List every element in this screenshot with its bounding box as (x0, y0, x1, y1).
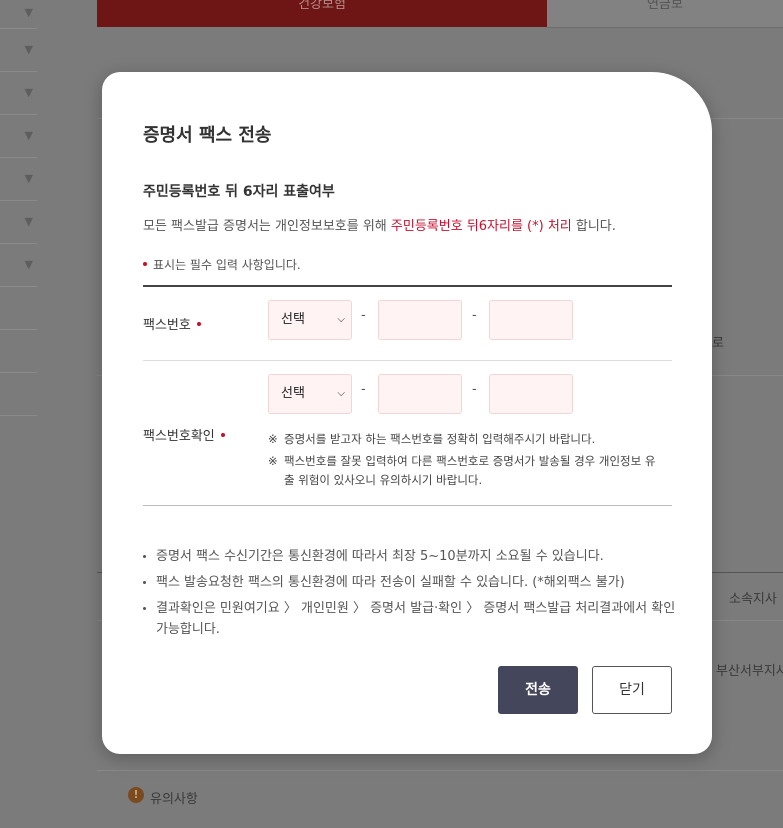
fax-middle-input[interactable] (378, 300, 462, 340)
required-note-text: 표시는 필수 입력 사항입니다. (153, 258, 301, 272)
section-title: 주민등록번호 뒤 6자리 표출여부 (143, 184, 335, 200)
bullet-icon (143, 581, 146, 584)
background-text: 로 (712, 336, 724, 351)
background-tab-active: 건강보험 (97, 0, 547, 27)
chevron-down-icon: ▼ (24, 43, 33, 56)
modal-title: 증명서 팩스 전송 (143, 125, 272, 146)
privacy-description: 모든 팩스발급 증명서는 개인정보보호를 위해 주민등록번호 뒤6자리를 (*)… (143, 215, 616, 234)
sidebar-row: ▼ (0, 244, 37, 287)
list-item: 결과확인은 민원여기요 〉 개인민원 〉 증명서 발급·확인 〉 증명서 팩스발… (143, 598, 676, 640)
fax-confirm-area-code-select[interactable]: 선택 ⌵ (268, 374, 352, 414)
list-item: 증명서 팩스 수신기간은 통신환경에 따라서 최장 5~10분까지 소요될 수 … (143, 546, 683, 567)
form-bottom-divider (143, 505, 672, 506)
row-divider (143, 360, 672, 361)
background-sidebar: ▼ ▼ ▼ ▼ ▼ ▼ ▼ (0, 0, 37, 620)
fax-note: ※ 팩스번호를 잘못 입력하여 다른 팩스번호로 증명서가 발송될 경우 개인정… (268, 452, 664, 490)
fax-last-input[interactable] (489, 300, 573, 340)
chevron-down-icon: ▼ (24, 172, 33, 185)
chevron-down-icon: ▼ (24, 6, 33, 19)
list-item-text: 팩스 발송요청한 팩스의 통신환경에 따라 전송이 실패할 수 있습니다. (*… (156, 575, 625, 590)
required-dot-icon (196, 321, 201, 326)
sidebar-row: ▼ (0, 115, 37, 158)
list-item: 팩스 발송요청한 팩스의 통신환경에 따라 전송이 실패할 수 있습니다. (*… (143, 572, 683, 593)
select-value: 선택 (281, 312, 305, 327)
desc-text: 합니다. (571, 219, 616, 234)
fax-note-text: 증명서를 받고자 하는 팩스번호를 정확히 입력해주시기 바랍니다. (284, 432, 596, 446)
fax-number-label-text: 팩스번호 (143, 318, 191, 333)
list-item-text: 증명서 팩스 수신기간은 통신환경에 따라서 최장 5~10분까지 소요될 수 … (156, 549, 604, 564)
sidebar-row: ▼ (0, 72, 37, 115)
close-button[interactable]: 닫기 (592, 666, 672, 714)
sidebar-row: ▼ (0, 201, 37, 244)
chevron-down-icon: ⌵ (337, 314, 345, 325)
required-dot-icon (220, 432, 225, 437)
dash-separator: - (361, 308, 366, 323)
chevron-down-icon: ▼ (24, 129, 33, 142)
send-button[interactable]: 전송 (498, 666, 578, 714)
select-value: 선택 (281, 386, 305, 401)
chevron-down-icon: ▼ (24, 215, 33, 228)
background-text: 소속지사 (729, 592, 777, 607)
sidebar-row: ▼ (0, 158, 37, 201)
required-note: 표시는 필수 입력 사항입니다. (143, 256, 301, 273)
fax-area-code-select[interactable]: 선택 ⌵ (268, 300, 352, 340)
warning-icon: ! (128, 787, 144, 803)
sidebar-row (0, 373, 37, 416)
desc-text: 모든 팩스발급 증명서는 개인정보보호를 위해 (143, 219, 391, 234)
chevron-down-icon: ⌵ (337, 388, 345, 399)
notice-label: 유의사항 (150, 792, 198, 807)
background-text: 부산서부지사 (716, 664, 783, 679)
sidebar-row: ▼ (0, 29, 37, 72)
bullet-icon (143, 555, 146, 558)
form-top-divider (143, 285, 672, 287)
fax-note: ※ 증명서를 받고자 하는 팩스번호를 정확히 입력해주시기 바랍니다. (268, 430, 664, 449)
desc-highlight: 주민등록번호 뒤6자리를 (*) 처리 (390, 219, 572, 234)
fax-confirm-label: 팩스번호확인 (143, 425, 225, 444)
info-list: 증명서 팩스 수신기간은 통신환경에 따라서 최장 5~10분까지 소요될 수 … (143, 546, 683, 645)
notice-box (97, 770, 783, 828)
dash-separator: - (361, 382, 366, 397)
list-item-text: 결과확인은 민원여기요 〉 개인민원 〉 증명서 발급·확인 〉 증명서 팩스발… (156, 601, 676, 637)
reference-mark-icon: ※ (268, 454, 278, 468)
bullet-icon (143, 607, 146, 610)
fax-confirm-middle-input[interactable] (378, 374, 462, 414)
sidebar-row: ▼ (0, 0, 37, 29)
reference-mark-icon: ※ (268, 432, 278, 446)
background-tab: 연금보 (547, 0, 783, 28)
fax-number-label: 팩스번호 (143, 314, 201, 333)
dash-separator: - (472, 308, 477, 323)
fax-note-text: 팩스번호를 잘못 입력하여 다른 팩스번호로 증명서가 발송될 경우 개인정보 … (284, 454, 656, 487)
sidebar-row (0, 287, 37, 330)
fax-send-modal: 증명서 팩스 전송 주민등록번호 뒤 6자리 표출여부 모든 팩스발급 증명서는… (102, 72, 712, 754)
dash-separator: - (472, 382, 477, 397)
fax-confirm-last-input[interactable] (489, 374, 573, 414)
chevron-down-icon: ▼ (24, 86, 33, 99)
fax-confirm-label-text: 팩스번호확인 (143, 429, 215, 444)
chevron-down-icon: ▼ (24, 258, 33, 271)
required-dot-icon (143, 261, 147, 266)
sidebar-row (0, 330, 37, 373)
